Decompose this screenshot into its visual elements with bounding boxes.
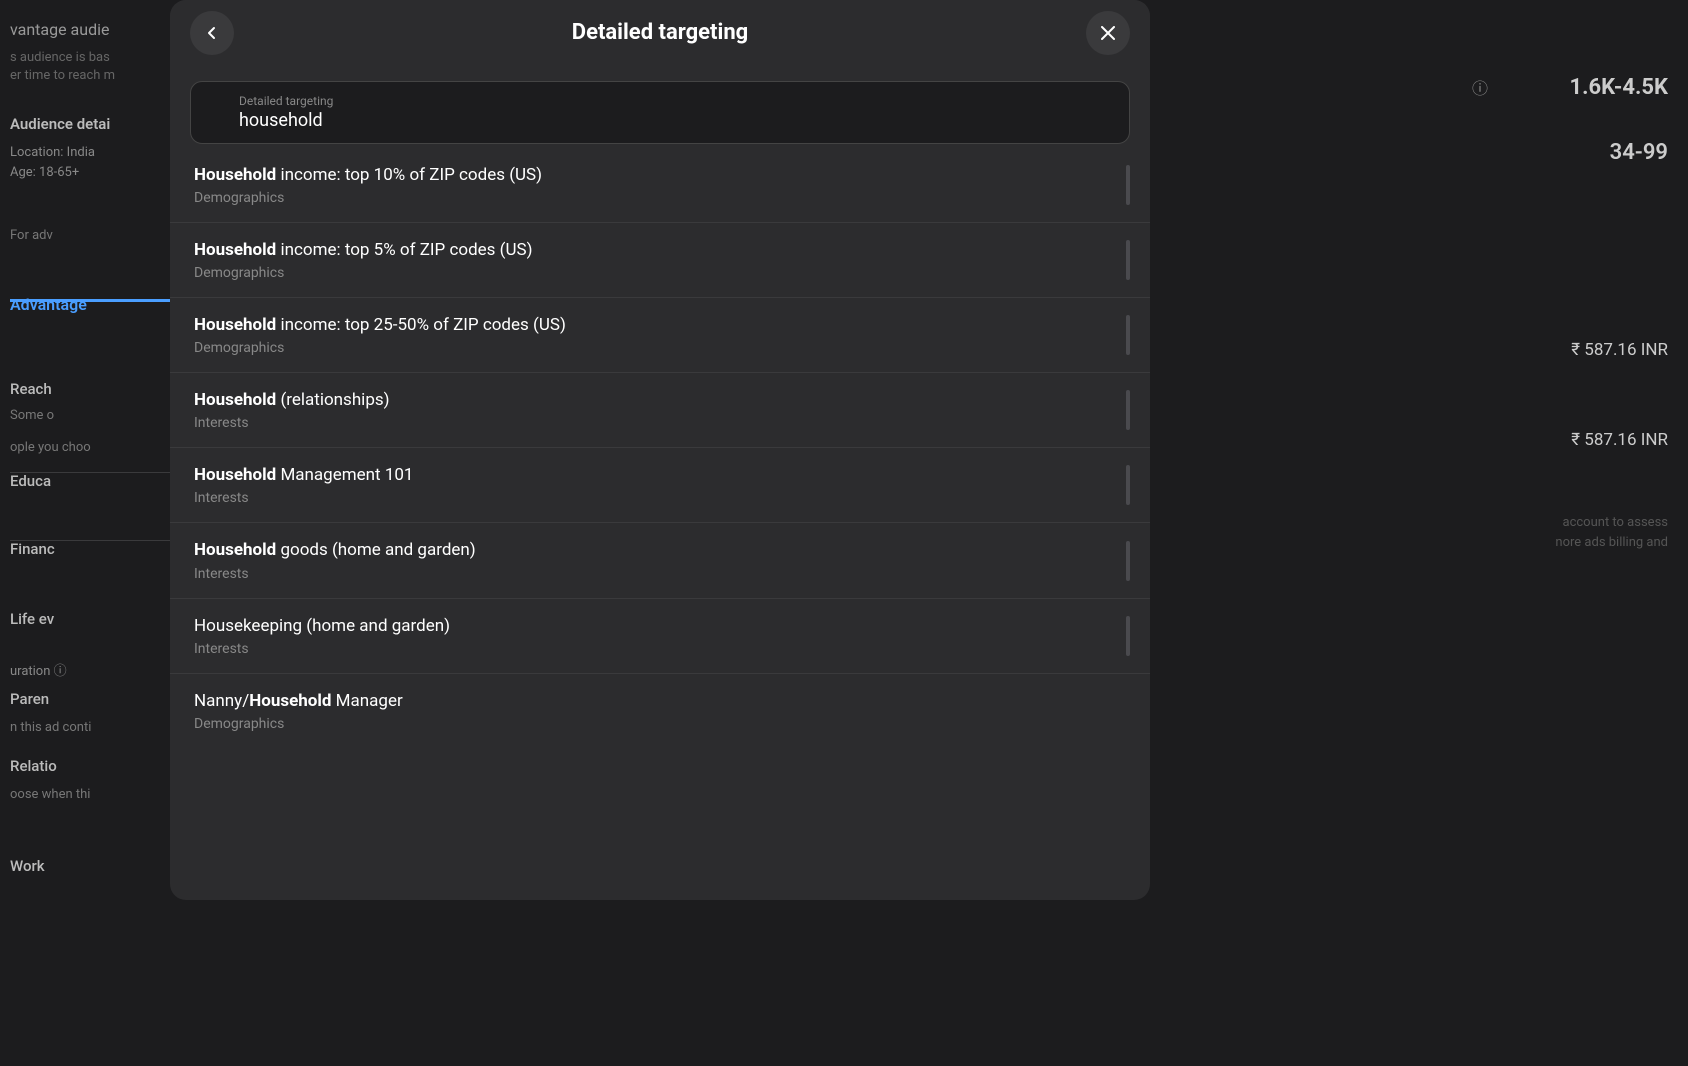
result-item-3-title: Household income: top 25-50% of ZIP code… [194,314,1126,336]
result-item-5-title: Household Management 101 [194,464,1126,486]
result-item-1-subtitle: Demographics [194,190,1126,206]
bg-financ-label: Financ [10,540,55,558]
result-item-4-divider [1126,390,1130,430]
bg-currency1: ₹ 587.16 INR [1571,340,1668,360]
result-item-8-title: Nanny/Household Manager [194,690,1126,712]
modal-title: Detailed targeting [572,20,748,45]
result-item-4-title: Household (relationships) [194,389,1126,411]
results-list: Household income: top 10% of ZIP codes (… [170,148,1150,748]
result-item-1-title: Household income: top 10% of ZIP codes (… [194,164,1126,186]
search-label: Detailed targeting [239,94,1113,108]
modal-header: Detailed targeting [170,0,1150,65]
bg-work-label: Work [10,857,45,875]
bg-age: Age: 18-65+ [10,165,79,180]
result-item-6-subtitle: Interests [194,566,1126,582]
back-button[interactable] [190,11,234,55]
bg-paren-label: Paren [10,690,49,708]
search-value: household [239,110,1113,131]
result-item-8[interactable]: Nanny/Household Manager Demographics [170,674,1150,748]
bg-location: Location: India [10,145,95,160]
bg-life-label: Life ev [10,610,54,628]
search-area: Detailed targeting household [170,65,1150,144]
bg-info1: account to assess [1563,515,1669,530]
result-item-2-divider [1126,240,1130,280]
bg-relatio-label: Relatio [10,757,57,775]
bg-audience-desc1: s audience is bas [10,50,110,65]
result-item-3[interactable]: Household income: top 25-50% of ZIP code… [170,298,1150,373]
bg-reach-range: 1.6K-4.5K [1570,75,1668,100]
close-button[interactable] [1086,11,1130,55]
bg-some-label: Some o [10,408,54,423]
result-item-7[interactable]: Housekeeping (home and garden) Interests [170,599,1150,674]
bg-info-icon: ⓘ [1472,75,1488,99]
result-item-7-subtitle: Interests [194,641,1126,657]
detailed-targeting-modal: Detailed targeting Detailed targeting ho… [170,0,1150,900]
bg-currency2: ₹ 587.16 INR [1571,430,1668,450]
result-item-7-divider [1126,616,1130,656]
result-item-6-divider [1126,541,1130,581]
result-item-1-divider [1126,165,1130,205]
result-item-6[interactable]: Household goods (home and garden) Intere… [170,523,1150,598]
bg-uration-label: uration ⓘ [10,660,67,679]
bg-n-this-label: n this ad conti [10,720,91,735]
bg-audience-title: vantage audie [10,20,109,39]
result-item-8-subtitle: Demographics [194,716,1126,732]
result-item-5-subtitle: Interests [194,490,1126,506]
bg-ople-label: ople you choo [10,440,91,455]
result-item-6-title: Household goods (home and garden) [194,539,1126,561]
result-item-2-title: Household income: top 5% of ZIP codes (U… [194,239,1126,261]
search-box-wrapper: Detailed targeting household [190,81,1130,144]
search-box[interactable]: Detailed targeting household [190,81,1130,144]
result-item-1[interactable]: Household income: top 10% of ZIP codes (… [170,148,1150,223]
result-item-5[interactable]: Household Management 101 Interests [170,448,1150,523]
result-item-2[interactable]: Household income: top 5% of ZIP codes (U… [170,223,1150,298]
bg-audience-detail-label: Audience detai [10,115,110,133]
bg-age-range: 34-99 [1610,140,1668,165]
result-item-4[interactable]: Household (relationships) Interests [170,373,1150,448]
result-item-4-subtitle: Interests [194,415,1126,431]
bg-educa-label: Educa [10,472,51,490]
bg-audience-desc2: er time to reach m [10,68,115,83]
bg-info2: nore ads billing and [1555,535,1668,550]
bg-reach-label: Reach [10,380,52,398]
result-item-3-divider [1126,315,1130,355]
bg-for-adv: For adv [10,228,53,243]
result-item-5-divider [1126,465,1130,505]
bg-oose-label: oose when thi [10,787,90,802]
result-item-3-subtitle: Demographics [194,340,1126,356]
result-item-7-title: Housekeeping (home and garden) [194,615,1126,637]
result-item-2-subtitle: Demographics [194,265,1126,281]
